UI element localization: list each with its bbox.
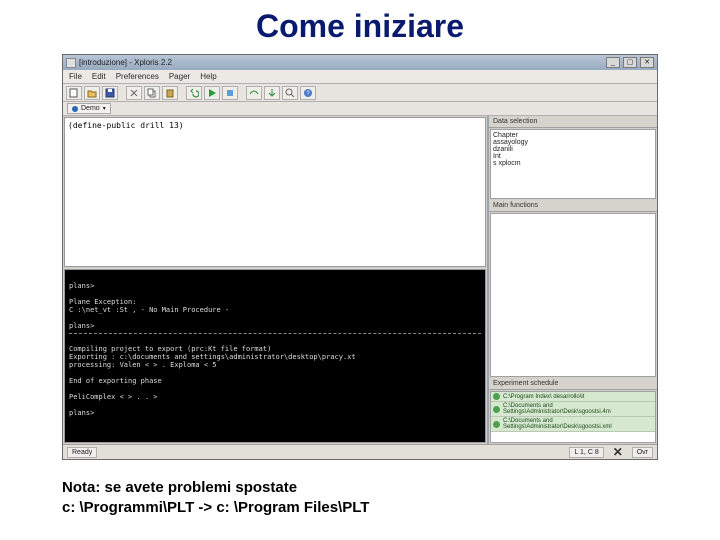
exp-item[interactable]: C:\Program Index\ desarrollo\it [491, 392, 655, 402]
editor-line: (define-public drill 13) [68, 121, 184, 130]
bullet-icon [493, 393, 500, 400]
step-into-icon[interactable] [264, 86, 280, 100]
copy-icon[interactable] [144, 86, 160, 100]
console-line: Plane Exception: [69, 298, 136, 306]
minimize-button[interactable]: _ [606, 57, 620, 68]
dialect-bar: Demo ▾ [63, 102, 657, 116]
dialect-dot-icon [72, 106, 78, 112]
close-button[interactable]: ✕ [640, 57, 654, 68]
menubar: File Edit Preferences Pager Help [63, 70, 657, 84]
paste-icon[interactable] [162, 86, 178, 100]
main-area: (define-public drill 13) plans> Plane Ex… [63, 116, 657, 444]
statusbar: Ready L 1, C 8 ✕ Ovr [63, 444, 657, 459]
menu-file[interactable]: File [69, 72, 82, 81]
dialect-label: Demo [81, 105, 100, 112]
console-line: PeliComplex < > . . > [69, 393, 158, 401]
help-icon[interactable]: ? [300, 86, 316, 100]
exp-header: Experiment schedule [489, 378, 657, 390]
menu-pager[interactable]: Pager [169, 72, 190, 81]
exp-item-label: C:\Program Index\ desarrollo\it [503, 394, 584, 400]
slide-note: Nota: se avete problemi spostate c: \Pro… [62, 478, 369, 517]
toolbar: ? [63, 84, 657, 102]
window-title: [introduzione] - Xploris 2.2 [79, 58, 603, 67]
dialect-selector[interactable]: Demo ▾ [67, 103, 111, 114]
step-over-icon[interactable] [246, 86, 262, 100]
mainfun-panel[interactable] [490, 213, 656, 377]
status-mode: Ovr [632, 447, 653, 458]
note-line: Nota: se avete problemi spostate [62, 478, 369, 498]
new-icon[interactable] [66, 86, 82, 100]
console-line: plans> [69, 282, 94, 290]
console-line: C :\net_vt :St , - No Main Procedure - [69, 306, 229, 314]
titlebar: [introduzione] - Xploris 2.2 _ ▢ ✕ [63, 55, 657, 70]
console-line: End of exporting phase [69, 377, 162, 385]
console-line: Compiling project to export (prc:Kt file… [69, 345, 271, 353]
note-line: c: \Programmi\PLT -> c: \Program Files\P… [62, 498, 369, 518]
exp-item-label: C:\Documents and Settings\Administrator\… [503, 418, 653, 430]
datasel-item[interactable]: Chapter [493, 132, 653, 139]
datasel-item[interactable]: dzanili [493, 146, 653, 153]
datasel-item[interactable]: assayology [493, 139, 653, 146]
exp-panel[interactable]: C:\Program Index\ desarrollo\it C:\Docum… [490, 391, 656, 443]
cut-icon[interactable] [126, 86, 142, 100]
exp-item[interactable]: C:\Documents and Settings\Administrator\… [491, 417, 655, 432]
status-close-icon[interactable]: ✕ [610, 446, 626, 458]
mainfun-header: Main functions [489, 200, 657, 212]
console-pane[interactable]: plans> Plane Exception: C :\net_vt :St ,… [64, 269, 486, 443]
open-icon[interactable] [84, 86, 100, 100]
save-icon[interactable] [102, 86, 118, 100]
exp-item[interactable]: C:\Documents and Settings\Administrator\… [491, 402, 655, 417]
datasel-item[interactable]: Int [493, 153, 653, 160]
chevron-down-icon: ▾ [103, 105, 106, 112]
datasel-header: Data selection [489, 116, 657, 128]
console-divider [69, 333, 481, 334]
datasel-item[interactable]: s xplocm [493, 160, 653, 167]
maximize-button[interactable]: ▢ [623, 57, 637, 68]
console-line: Exporting : c:\documents and settings\ad… [69, 353, 356, 361]
console-line: plans> [69, 322, 94, 330]
datasel-panel[interactable]: Chapter assayology dzanili Int s xplocm [490, 129, 656, 199]
editor-pane[interactable]: (define-public drill 13) [64, 117, 486, 267]
status-position: L 1, C 8 [569, 447, 603, 458]
console-line: plans> [69, 409, 94, 417]
menu-help[interactable]: Help [200, 72, 216, 81]
left-column: (define-public drill 13) plans> Plane Ex… [63, 116, 487, 444]
console-line: processing: Valen < > . Exploma < 5 [69, 361, 217, 369]
run-icon[interactable] [204, 86, 220, 100]
bullet-icon [493, 421, 500, 428]
slide-title: Come iniziare [0, 0, 720, 51]
bullet-icon [493, 406, 500, 413]
menu-edit[interactable]: Edit [92, 72, 106, 81]
exp-item-label: C:\Documents and Settings\Administrator\… [503, 403, 653, 415]
app-icon [66, 58, 76, 68]
app-window: [introduzione] - Xploris 2.2 _ ▢ ✕ File … [62, 54, 658, 460]
zoom-icon[interactable] [282, 86, 298, 100]
menu-preferences[interactable]: Preferences [116, 72, 159, 81]
right-column: Data selection Chapter assayology dzanil… [487, 116, 657, 444]
undo-icon[interactable] [186, 86, 202, 100]
stop-icon[interactable] [222, 86, 238, 100]
status-ready: Ready [67, 447, 97, 458]
